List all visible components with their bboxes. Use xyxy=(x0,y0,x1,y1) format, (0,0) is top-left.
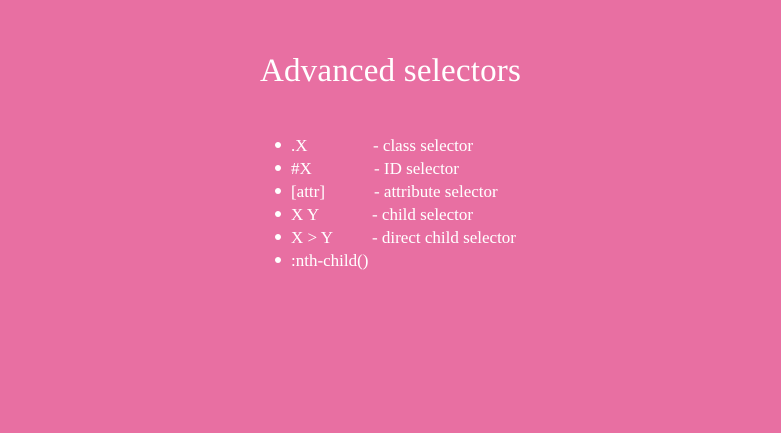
selector-text: X Y xyxy=(291,205,320,224)
presentation-slide: Advanced selectors .X - class selector #… xyxy=(0,0,781,433)
selector-description: - ID selector xyxy=(374,159,459,178)
selector-text: #X xyxy=(291,159,312,178)
bullet-icon xyxy=(275,257,281,263)
bullet-icon xyxy=(275,211,281,217)
selector-description: - child selector xyxy=(372,205,474,224)
bullet-icon xyxy=(275,234,281,240)
selector-description: - attribute selector xyxy=(374,182,498,201)
selector-text: X > Y xyxy=(291,228,334,247)
bullet-icon xyxy=(275,188,281,194)
bullet-icon xyxy=(275,165,281,171)
bullet-icon xyxy=(275,142,281,148)
selector-text: :nth-child() xyxy=(291,251,369,270)
selector-description: - class selector xyxy=(373,136,474,155)
selector-description: - direct child selector xyxy=(372,228,516,247)
selector-text: [attr] xyxy=(291,182,325,201)
selector-text: .X xyxy=(291,136,308,155)
slide-title: Advanced selectors xyxy=(259,53,522,89)
